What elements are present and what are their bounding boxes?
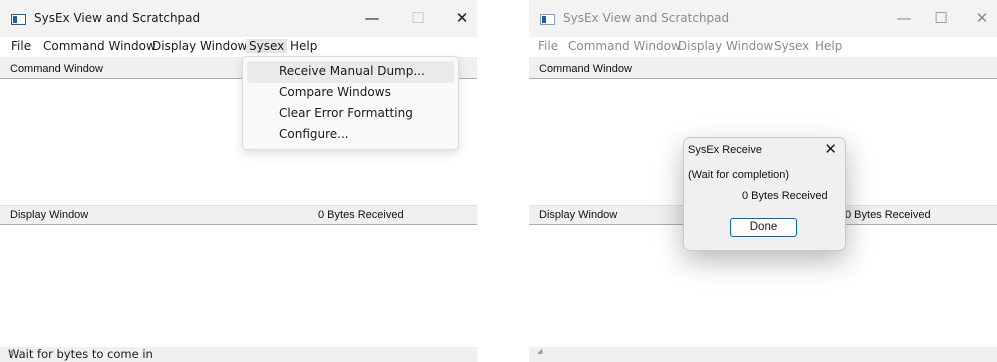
command-window-header: Command Window [529,61,997,78]
menu-item-label: Receive Manual Dump... [279,64,425,78]
maximize-icon[interactable]: ☐ [926,6,956,30]
menu-help[interactable]: Help [290,39,317,53]
main-window: SysEx View and Scratchpad — ☐ ✕ File Com… [0,0,477,362]
close-icon[interactable]: ✕ [447,6,477,30]
status-bar: ◢ [529,347,997,362]
status-bar: Wait for bytes to come in ◢ [0,347,477,362]
maximize-icon[interactable]: ☐ [403,6,433,30]
resize-grip-icon[interactable]: ◢ [8,347,16,355]
menu-bar: File Command Window Display Window Sysex… [0,37,477,57]
dialog-message: (Wait for completion) [688,169,790,181]
sysex-dropdown-menu: Receive Manual Dump... Compare Windows C… [242,56,459,150]
dialog-bytes-count: 0 Bytes Received [742,190,828,202]
title-bar[interactable]: SysEx View and Scratchpad — ☐ ✕ [529,0,997,36]
menu-command-window[interactable]: Command Window [43,39,156,53]
app-icon [11,14,26,25]
menu-sysex[interactable]: Sysex [246,39,288,53]
done-button[interactable]: Done [730,218,797,237]
menu-file[interactable]: File [11,39,31,53]
menu-sysex[interactable]: Sysex [774,39,809,53]
menu-item-label: Configure... [279,127,349,141]
menu-file[interactable]: File [538,39,558,53]
minimize-icon[interactable]: — [357,6,387,30]
display-window-pane[interactable] [0,224,477,348]
bytes-received-label: 0 Bytes Received [845,209,931,221]
window-title: SysEx View and Scratchpad [563,11,730,25]
menu-item-compare-windows[interactable]: Compare Windows [247,82,454,104]
display-window-label: Display Window [10,209,89,221]
command-window-label: Command Window [10,63,103,75]
menu-command-window[interactable]: Command Window [568,39,681,53]
command-window-label: Command Window [539,63,632,75]
title-bar[interactable]: SysEx View and Scratchpad — ☐ ✕ [0,0,477,36]
menu-item-receive-manual-dump[interactable]: Receive Manual Dump... [247,61,454,83]
menu-display-window[interactable]: Display Window [152,39,247,53]
app-icon [540,14,555,25]
close-icon[interactable]: ✕ [967,6,997,30]
close-icon[interactable]: ✕ [824,140,837,158]
menu-item-configure[interactable]: Configure... [247,124,454,146]
bytes-received-label: 0 Bytes Received [318,209,404,221]
display-window-label: Display Window [539,209,618,221]
menu-display-window[interactable]: Display Window [678,39,773,53]
resize-grip-icon[interactable]: ◢ [537,347,545,355]
display-window-header: Display Window 0 Bytes Received [0,207,477,224]
dialog-title: SysEx Receive [688,144,762,156]
menu-item-label: Clear Error Formatting [279,106,413,120]
status-text: Wait for bytes to come in [8,347,153,361]
menu-item-clear-error-formatting[interactable]: Clear Error Formatting [247,103,454,125]
menu-bar: File Command Window Display Window Sysex… [529,37,997,57]
minimize-icon[interactable]: — [889,6,919,30]
menu-help[interactable]: Help [815,39,842,53]
sysex-receive-dialog: SysEx Receive ✕ (Wait for completion) 0 … [683,137,846,251]
window-title: SysEx View and Scratchpad [34,11,201,25]
menu-item-label: Compare Windows [279,85,391,99]
